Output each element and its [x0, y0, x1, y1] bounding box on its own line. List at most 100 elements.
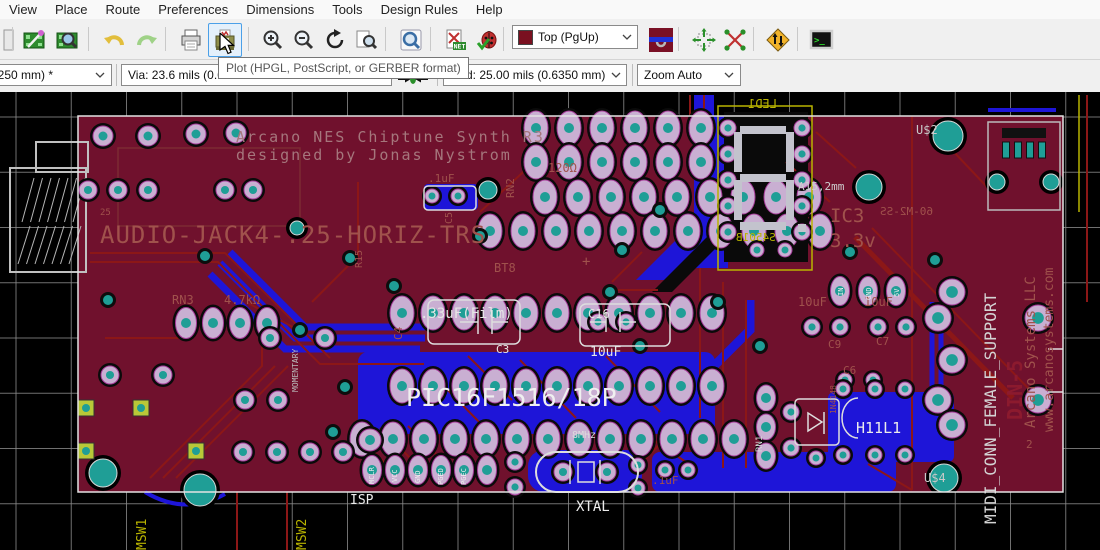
search-icon — [399, 28, 423, 52]
pad-hole — [667, 434, 677, 444]
usb-pad — [1039, 142, 1046, 158]
menu-place[interactable]: Place — [46, 1, 97, 18]
silkscreen-text: U$2 — [916, 123, 938, 137]
zoom-in-button[interactable] — [257, 24, 289, 56]
undo-button[interactable] — [98, 24, 130, 56]
aux-toolbar: mils (0.250 mm) * Via: 23.6 mils (0.60 G… — [0, 60, 1100, 93]
silkscreen-text: C16 — [588, 307, 610, 321]
pad-hole — [564, 123, 574, 133]
scripting-console-button[interactable]: >_ — [806, 24, 838, 56]
via-size-value: Via: 23.6 mils (0.60 — [128, 68, 231, 82]
toolbar-separator — [88, 27, 89, 51]
find-button[interactable] — [395, 24, 427, 56]
grid-select[interactable]: Grid: 25.00 mils (0.6350 mm) — [443, 64, 627, 86]
edit-board-button[interactable] — [18, 24, 50, 56]
silkscreen-text: C9 — [828, 338, 841, 351]
pad-hole — [540, 192, 550, 202]
pad-hole — [106, 371, 114, 379]
netlist-button[interactable]: NET — [440, 24, 472, 56]
clipped-toolbar-button[interactable] — [0, 24, 18, 56]
pad-hole — [573, 192, 583, 202]
spread-arrows-icon — [692, 28, 716, 52]
microvia-button[interactable] — [645, 24, 677, 56]
pad-hole — [724, 202, 731, 209]
silkscreen-text: C5 — [444, 212, 455, 224]
pad-hole — [584, 226, 594, 236]
printer-icon — [179, 28, 203, 52]
pad-hole — [511, 458, 518, 465]
find-footprint-button[interactable] — [51, 24, 83, 56]
silkscreen-text: RN1 — [755, 436, 765, 452]
track-width-select[interactable]: mils (0.250 mm) * — [0, 64, 112, 86]
pad-hole — [551, 226, 561, 236]
menu-view[interactable]: View — [0, 1, 46, 18]
refresh-button[interactable] — [319, 24, 351, 56]
seven-seg-segment — [786, 180, 794, 220]
pad-hole — [630, 123, 640, 133]
seven-seg-segment — [740, 174, 786, 182]
silkscreen-text: 8MHz — [572, 430, 596, 441]
track-width-value: mils (0.250 mm) * — [0, 68, 53, 82]
pad-hole — [932, 312, 944, 324]
menu-design-rules[interactable]: Design Rules — [372, 1, 467, 18]
pad-hole — [552, 308, 562, 318]
silkscreen-text: R15 — [354, 250, 365, 268]
tracks-icon — [723, 28, 747, 52]
pad-hole — [144, 186, 152, 194]
pad-hole — [511, 483, 518, 490]
via — [295, 325, 305, 335]
pad-hole — [450, 434, 460, 444]
pad-hole — [672, 192, 682, 202]
silkscreen-text: Arcano NES Chiptune Synth R3 — [236, 128, 545, 146]
autoroute-button[interactable] — [762, 24, 794, 56]
menu-route[interactable]: Route — [96, 1, 149, 18]
pad-hole — [531, 157, 541, 167]
svg-text:NET: NET — [454, 43, 466, 51]
silkscreen-text: S4501B — [736, 231, 776, 244]
silkscreen-text: .33uF(Film) — [420, 306, 513, 322]
zoom-fit-button[interactable] — [350, 24, 382, 56]
mounting-hole — [1043, 174, 1059, 190]
via — [713, 297, 723, 307]
menu-tools[interactable]: Tools — [323, 1, 371, 18]
silkscreen-text: H11L1 — [856, 419, 901, 437]
grid-value: Grid: 25.00 mils (0.6350 mm) — [450, 68, 605, 82]
track-mode-button[interactable] — [719, 24, 751, 56]
redo-button[interactable] — [131, 24, 163, 56]
pad-hole — [559, 468, 567, 476]
pcb-canvas[interactable]: Arcano NES Chiptune Synth R3designed by … — [0, 92, 1100, 550]
pad-hole — [114, 186, 122, 194]
silkscreen-text: PGEC — [460, 468, 468, 485]
seven-seg-segment — [740, 126, 786, 134]
silkscreen-text: 25 — [100, 208, 111, 218]
silkscreen-text: IN — [837, 288, 845, 296]
menu-dimensions[interactable]: Dimensions — [237, 1, 323, 18]
usb-slot — [1002, 128, 1046, 138]
toolbar-separator — [165, 27, 166, 51]
pad-hole — [729, 434, 739, 444]
usb-pad — [1027, 142, 1034, 158]
pad-hole — [874, 323, 881, 330]
toolbar-separator — [503, 27, 504, 51]
via — [655, 205, 665, 215]
pad-hole — [241, 396, 249, 404]
pad-hole — [397, 308, 407, 318]
mounting-hole — [89, 459, 117, 487]
layer-select-value: Top (PgUp) — [538, 30, 599, 44]
seven-seg-segment — [734, 180, 742, 220]
zoom-out-button[interactable] — [288, 24, 320, 56]
pad-hole — [840, 452, 847, 459]
pad-hole — [683, 226, 693, 236]
pad-hole — [663, 123, 673, 133]
chevron-down-icon — [605, 72, 621, 78]
zoom-select[interactable]: Zoom Auto — [637, 64, 741, 86]
mounting-hole — [184, 474, 216, 506]
toolbar-separator — [753, 27, 754, 51]
menu-preferences[interactable]: Preferences — [149, 1, 237, 18]
menu-help[interactable]: Help — [467, 1, 512, 18]
drc-button[interactable] — [472, 24, 504, 56]
layer-select[interactable]: Top (PgUp) — [512, 25, 638, 49]
footprint-mode-button[interactable] — [688, 24, 720, 56]
print-button[interactable] — [175, 24, 207, 56]
board-magnifier-icon — [55, 28, 79, 52]
